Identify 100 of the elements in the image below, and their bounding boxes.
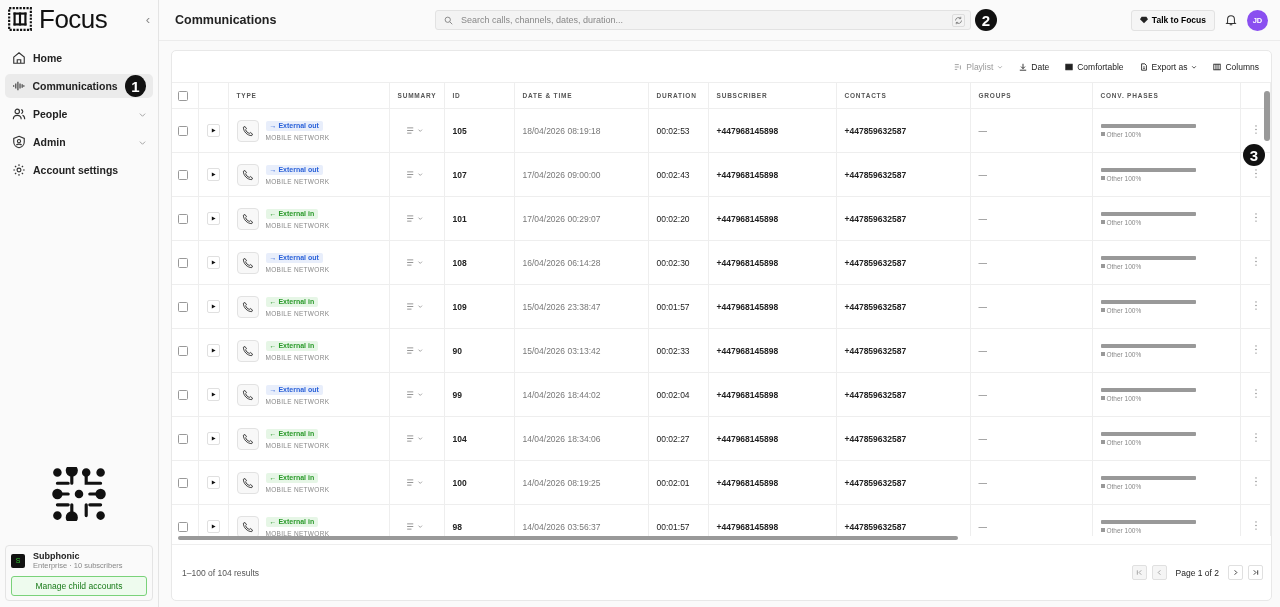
- talk-to-focus-button[interactable]: Talk to Focus: [1130, 9, 1215, 31]
- logo-icon: [7, 6, 33, 32]
- play-icon: [210, 216, 216, 221]
- bell-icon[interactable]: [1225, 14, 1237, 26]
- phone-icon: [236, 207, 259, 230]
- columns-icon: [1213, 62, 1222, 71]
- table-cell: 00:02:53: [656, 125, 690, 136]
- table-cell: 00:02:01: [656, 477, 690, 488]
- table-cell: 108: [452, 257, 467, 268]
- select-all-checkbox[interactable]: [178, 90, 188, 101]
- table-cell: +447968145898: [716, 257, 779, 268]
- table-cell: 00:02:30: [656, 257, 690, 268]
- table-cell: 00:02:20: [656, 213, 690, 224]
- table-cell: 101: [452, 213, 467, 224]
- play-icon: [210, 304, 216, 309]
- row-checkbox[interactable]: [178, 477, 188, 488]
- play-button[interactable]: [206, 344, 220, 357]
- row-checkbox[interactable]: [178, 169, 188, 180]
- table-cell: 16/04/2026 06:14:28: [522, 257, 601, 268]
- phone-icon: [236, 251, 259, 274]
- table-cell: +447968145898: [716, 345, 779, 356]
- table-cell: —: [978, 213, 987, 224]
- row-checkbox[interactable]: [178, 213, 188, 224]
- play-icon: [210, 480, 216, 485]
- table-cell: —: [978, 169, 987, 180]
- kebab-icon: [1254, 433, 1257, 442]
- table-cell: +447968145898: [716, 389, 779, 400]
- row-checkbox[interactable]: [178, 301, 188, 312]
- page-indicator: Page 1 of 2: [1175, 567, 1219, 578]
- nav-item[interactable]: People: [5, 102, 153, 126]
- row-checkbox[interactable]: [178, 433, 188, 444]
- table-cell: 98: [452, 521, 462, 532]
- play-icon: [210, 128, 216, 133]
- collapse-button[interactable]: ‹: [142, 11, 153, 27]
- download-icon: [1019, 62, 1028, 71]
- toolbar-button[interactable]: Columns: [1213, 61, 1259, 72]
- brand-mark-drawing: [52, 467, 106, 521]
- table-cell: 00:02:27: [656, 433, 690, 444]
- callout-marker: 2: [975, 9, 997, 31]
- kebab-icon: [1254, 521, 1257, 530]
- phone-icon: [236, 295, 259, 318]
- table-cell: 14/04/2026 03:56:37: [522, 521, 601, 532]
- nav-item[interactable]: Communications 1: [5, 74, 153, 98]
- toolbar-button[interactable]: Export as: [1139, 61, 1198, 72]
- play-button[interactable]: [206, 256, 220, 269]
- play-button[interactable]: [206, 476, 220, 489]
- search-icon: [444, 15, 453, 25]
- play-button[interactable]: [206, 124, 220, 137]
- kebab-icon: [1254, 213, 1257, 222]
- play-icon: [210, 260, 216, 265]
- callout-marker: 1: [124, 75, 146, 97]
- toolbar-button[interactable]: Comfortable: [1065, 61, 1124, 72]
- row-checkbox[interactable]: [178, 521, 188, 532]
- search-field[interactable]: Search calls, channels, dates, duration...: [435, 10, 971, 30]
- play-button[interactable]: [206, 212, 220, 225]
- play-button[interactable]: [206, 300, 220, 313]
- toolbar-button[interactable]: Date: [1019, 61, 1050, 72]
- refresh-button[interactable]: [952, 13, 965, 27]
- table-cell: 00:02:04: [656, 389, 690, 400]
- table-cell: 17/04/2026 09:00:00: [522, 169, 601, 180]
- search-input[interactable]: Search calls, channels, dates, duration...: [459, 14, 946, 26]
- kebab-icon: [1254, 125, 1257, 134]
- summary-icon: [405, 171, 424, 178]
- table-cell: —: [978, 257, 987, 268]
- table-cell: —: [978, 301, 987, 312]
- phone-icon: [236, 471, 259, 494]
- table-cell: +447859632587: [844, 257, 907, 268]
- nav-item[interactable]: Home: [5, 46, 153, 70]
- table-cell: +447859632587: [844, 345, 907, 356]
- table-cell: —: [978, 389, 987, 400]
- phone-icon: [236, 119, 259, 142]
- row-checkbox[interactable]: [178, 125, 188, 136]
- chevron-right-icon: [1232, 569, 1239, 576]
- table-cell: +447968145898: [716, 125, 779, 136]
- table-cell: +447859632587: [844, 389, 907, 400]
- play-button[interactable]: [206, 388, 220, 401]
- row-checkbox[interactable]: [178, 345, 188, 356]
- gem-icon: [1139, 16, 1148, 24]
- play-button[interactable]: [206, 168, 220, 181]
- play-button[interactable]: [206, 432, 220, 445]
- refresh-icon: [954, 15, 963, 25]
- row-checkbox[interactable]: [178, 257, 188, 268]
- callout-marker: 3: [1243, 144, 1265, 166]
- phone-icon: [236, 339, 259, 362]
- last-page-button[interactable]: [1248, 565, 1263, 580]
- nav-item[interactable]: Admin: [5, 130, 153, 154]
- manage-accounts-button[interactable]: Manage child accounts: [11, 576, 147, 596]
- next-page-button[interactable]: [1228, 565, 1243, 580]
- file-icon: [1139, 62, 1148, 71]
- row-checkbox[interactable]: [178, 389, 188, 400]
- first-page-button[interactable]: [1131, 565, 1147, 580]
- table-cell: 105: [452, 125, 467, 136]
- nav-item[interactable]: Account settings: [5, 158, 153, 182]
- table-cell: +447859632587: [844, 301, 907, 312]
- play-button[interactable]: [206, 520, 220, 533]
- play-icon: [210, 392, 216, 397]
- summary-icon: [405, 347, 424, 354]
- kebab-icon: [1254, 169, 1257, 178]
- table-cell: 107: [452, 169, 467, 180]
- summary-icon: [405, 259, 424, 266]
